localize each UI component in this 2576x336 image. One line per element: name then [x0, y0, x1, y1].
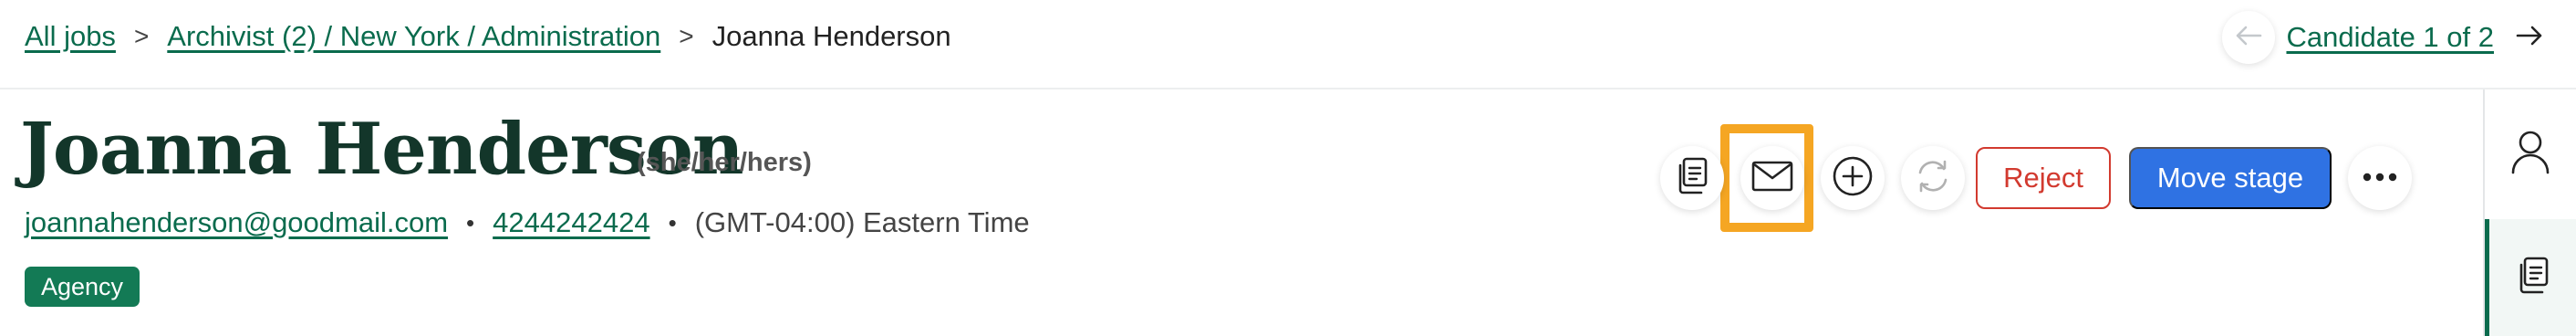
mail-icon [1751, 161, 1793, 196]
previous-candidate-button[interactable] [2222, 11, 2276, 64]
chevron-right-icon: > [133, 22, 150, 50]
email-candidate-button[interactable] [1740, 146, 1804, 210]
arrow-right-icon [2516, 25, 2543, 51]
more-options-button[interactable] [2348, 146, 2412, 210]
move-stage-button[interactable]: Move stage [2129, 147, 2332, 209]
separator-dot: • [668, 208, 677, 236]
documents-tab[interactable] [2485, 219, 2576, 336]
copy-documents-icon [1674, 156, 1710, 201]
chevron-right-icon: > [679, 22, 694, 50]
copy-profile-button[interactable] [1660, 146, 1724, 210]
candidate-name: Joanna Henderson [20, 108, 744, 191]
phone-link[interactable]: 4244242424 [493, 206, 649, 239]
right-rail [2483, 89, 2576, 336]
add-button[interactable] [1821, 146, 1885, 210]
breadcrumb-all-jobs-link[interactable]: All jobs [25, 20, 116, 53]
profile-tab[interactable] [2485, 89, 2576, 217]
candidate-position-link[interactable]: Candidate 1 of 2 [2286, 21, 2494, 54]
candidate-pronouns: (she/her/hers) [637, 148, 812, 177]
next-candidate-button[interactable] [2503, 11, 2556, 64]
timezone-text: (GMT-04:00) Eastern Time [694, 206, 1030, 238]
more-icon [2362, 170, 2398, 186]
candidate-navigation: Candidate 1 of 2 [2222, 11, 2556, 64]
plus-circle-icon [1832, 155, 1874, 202]
person-icon [2510, 129, 2550, 179]
contact-info: joannahenderson@goodmail.com • 424424242… [25, 206, 1030, 239]
separator-dot: • [466, 208, 475, 236]
transfer-button[interactable] [1901, 146, 1965, 210]
sync-icon [1913, 156, 1953, 201]
documents-icon [2515, 256, 2551, 300]
breadcrumb-job-link[interactable]: Archivist (2) / New York / Administratio… [167, 20, 660, 53]
source-tag: Agency [25, 267, 140, 307]
breadcrumb: All jobs > Archivist (2) / New York / Ad… [25, 20, 951, 53]
top-bar: All jobs > Archivist (2) / New York / Ad… [0, 0, 2576, 89]
email-link[interactable]: joannahenderson@goodmail.com [25, 206, 448, 239]
reject-button[interactable]: Reject [1976, 147, 2111, 209]
breadcrumb-current: Joanna Henderson [712, 20, 951, 52]
arrow-left-icon [2235, 25, 2262, 51]
